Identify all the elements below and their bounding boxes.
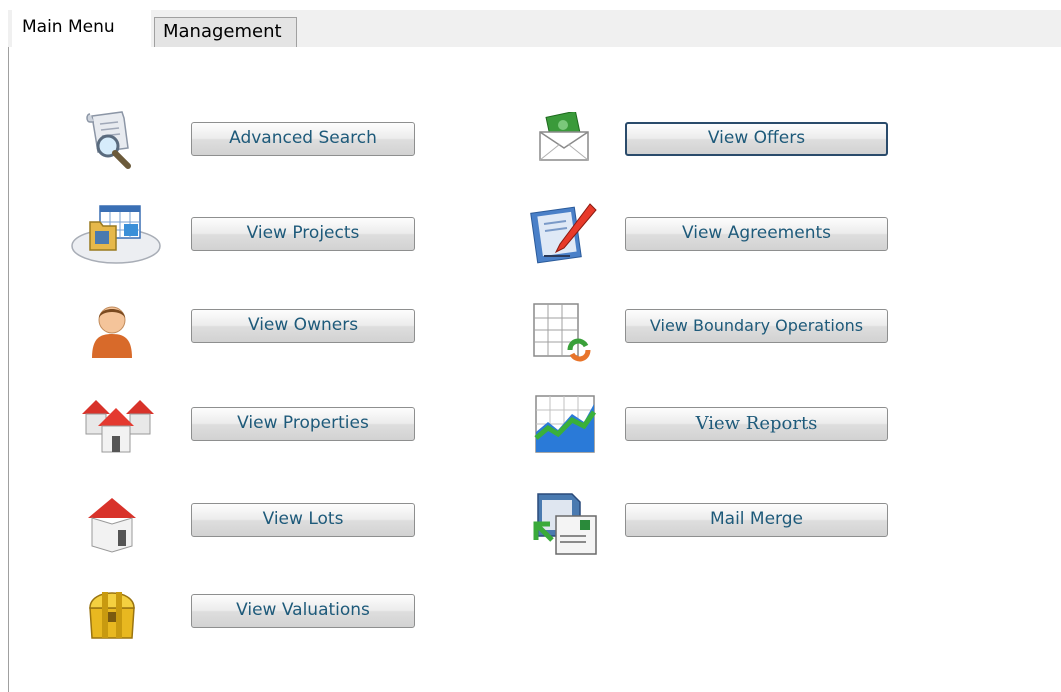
grid-refresh-icon: [533, 303, 591, 362]
advanced-search-button[interactable]: Advanced Search: [191, 122, 415, 156]
view-projects-button[interactable]: View Projects: [191, 217, 415, 251]
calendar-folder-icon: [71, 205, 161, 264]
view-lots-button[interactable]: View Lots: [191, 503, 415, 537]
tab-management[interactable]: Management: [154, 17, 297, 47]
house-icon: [88, 498, 136, 553]
money-envelope-icon: [539, 112, 589, 161]
view-reports-button[interactable]: View Reports: [625, 407, 888, 441]
view-offers-button[interactable]: View Offers: [625, 122, 888, 156]
main-menu-panel: [8, 47, 1061, 692]
person-icon: [92, 306, 132, 358]
chart-icon: [534, 395, 597, 453]
document-pen-icon: [530, 203, 597, 264]
tab-main-menu[interactable]: Main Menu: [12, 10, 151, 48]
mail-merge-icon: [533, 493, 597, 555]
treasure-chest-icon: [89, 592, 135, 639]
view-valuations-button[interactable]: View Valuations: [191, 594, 415, 628]
tab-strip: Main Menu Management: [8, 10, 1061, 48]
view-agreements-button[interactable]: View Agreements: [625, 217, 888, 251]
view-owners-button[interactable]: View Owners: [191, 309, 415, 343]
document-search-icon: [86, 111, 131, 169]
mail-merge-button[interactable]: Mail Merge: [625, 503, 888, 537]
houses-icon: [82, 400, 154, 453]
view-boundary-operations-button[interactable]: View Boundary Operations: [625, 309, 888, 343]
view-properties-button[interactable]: View Properties: [191, 407, 415, 441]
